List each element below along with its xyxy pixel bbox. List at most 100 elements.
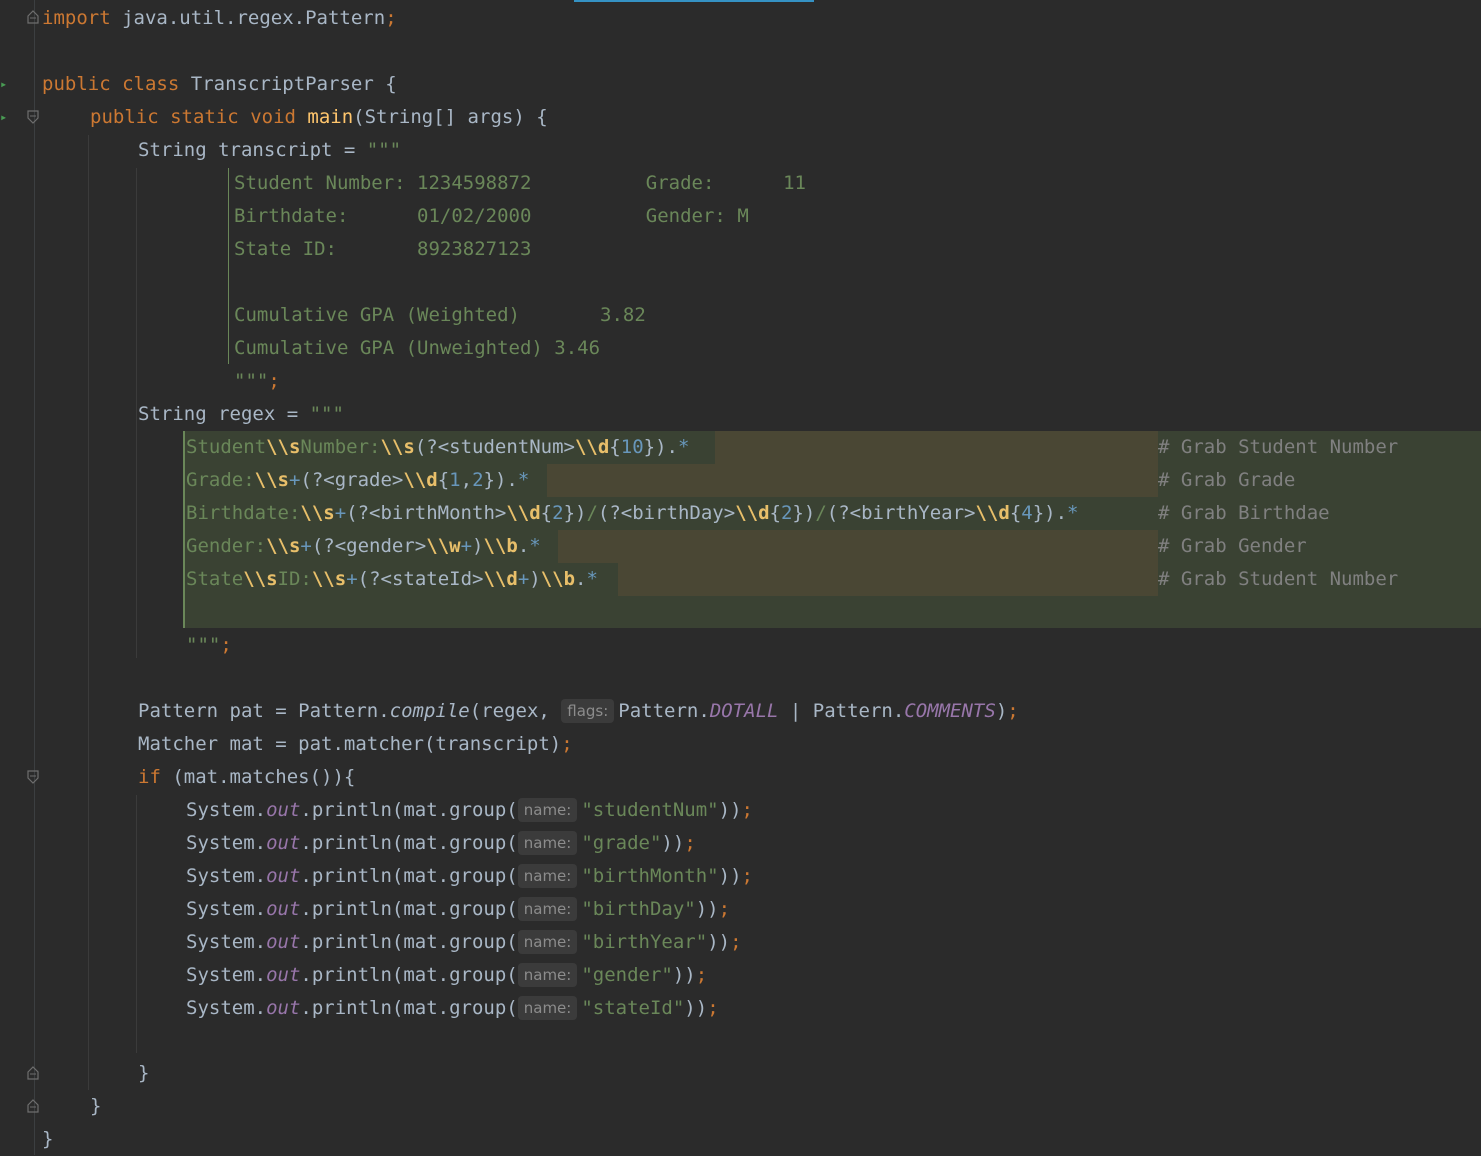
- regex-comment: # Grab Birthdae: [1158, 502, 1330, 524]
- fold-icon[interactable]: [26, 10, 40, 24]
- text-block-line[interactable]: State ID: 8923827123: [234, 233, 531, 266]
- regex-line-highlight: [715, 431, 1158, 464]
- text-block-close[interactable]: """;: [234, 365, 280, 398]
- injection-bar: [183, 431, 185, 628]
- keyword: public: [90, 106, 159, 128]
- run-main-icon[interactable]: ▸: [0, 111, 8, 123]
- code-text: System.: [186, 964, 267, 986]
- code-text: System.: [186, 997, 267, 1019]
- string-literal: "birthDay": [581, 898, 696, 920]
- regex-comment: # Grab Student Number: [1158, 568, 1399, 590]
- regex-close[interactable]: """;: [186, 629, 232, 662]
- code-line-matcher[interactable]: Matcher mat = pat.matcher(transcript);: [138, 728, 573, 761]
- semicolon: ;: [718, 898, 731, 920]
- regex-line[interactable]: Gender:\\s+(?<gender>\\w+)\\b.*: [186, 530, 541, 563]
- code-line-println[interactable]: System.out.println(mat.group(name: "grade…: [186, 827, 696, 860]
- class-name: TranscriptParser: [190, 73, 374, 95]
- text-block-line[interactable]: Cumulative GPA (Weighted) 3.82: [234, 299, 646, 332]
- code-line-pattern[interactable]: Pattern pat = Pattern.compile(regex, fla…: [138, 695, 1019, 728]
- text-block-line[interactable]: Cumulative GPA (Unweighted) 3.46: [234, 332, 600, 365]
- code-text: |: [778, 700, 813, 722]
- code-text: System.: [186, 931, 267, 953]
- parameter-hint: name:: [517, 798, 578, 822]
- code-editor[interactable]: ▸ ▸ import java.util.regex.Pattern; publ…: [0, 0, 1481, 1155]
- parameter-hint: name:: [517, 897, 578, 921]
- code-text: .println(mat.group(: [300, 799, 518, 821]
- indent-guide: [136, 168, 137, 658]
- run-class-icon[interactable]: ▸: [0, 78, 8, 90]
- closing-brace[interactable]: }: [138, 1057, 149, 1090]
- text-block-bar: [228, 168, 229, 364]
- regex-line[interactable]: State\\sID:\\s+(?<stateId>\\d+)\\b.*: [186, 563, 598, 596]
- code-line-if[interactable]: if (mat.matches()){: [138, 761, 355, 794]
- code-line-println[interactable]: System.out.println(mat.group(name: "birth…: [186, 893, 730, 926]
- code-text: System.: [186, 898, 267, 920]
- parameter-hint: name:: [517, 930, 578, 954]
- code-text: ): [995, 700, 1008, 722]
- parameter-hint: name:: [517, 963, 578, 987]
- regex-line[interactable]: Birthdate:\\s+(?<birthMonth>\\d{2})/(?<b…: [186, 497, 1079, 530]
- text-block-line[interactable]: Birthdate: 01/02/2000 Gender: M: [234, 200, 749, 233]
- code-text: System.: [186, 865, 267, 887]
- text-block-open: """: [309, 403, 344, 425]
- code-text: .println(mat.group(: [300, 997, 518, 1019]
- semicolon: ;: [741, 799, 753, 821]
- code-text: .println(mat.group(: [300, 898, 518, 920]
- code-line-println[interactable]: System.out.println(mat.group(name: "birth…: [186, 926, 742, 959]
- code-text: (mat.matches()){: [160, 766, 356, 788]
- gutter-divider: [34, 0, 35, 1155]
- code-text: .println(mat.group(: [300, 865, 518, 887]
- code-text: )): [718, 799, 742, 821]
- text-block-open: """: [366, 139, 402, 161]
- code-line-class[interactable]: public class TranscriptParser {: [42, 68, 397, 101]
- text-block-line[interactable]: Student Number: 1234598872 Grade: 11: [234, 167, 806, 200]
- code-line-main[interactable]: public static void main(String[] args) {: [90, 101, 548, 134]
- code-text: )): [661, 832, 685, 854]
- import-path: java.util.regex.Pattern: [122, 7, 386, 29]
- indent-guide: [136, 795, 137, 1053]
- static-field: DOTALL: [709, 700, 779, 722]
- parameter-hint: flags:: [561, 699, 615, 723]
- brace: {: [385, 73, 397, 95]
- string-literal: "birthMonth": [581, 865, 719, 887]
- keyword: class: [122, 73, 180, 95]
- code-text: System.: [186, 799, 267, 821]
- code-line-println[interactable]: System.out.println(mat.group(name: "state…: [186, 992, 719, 1025]
- indent-guide: [88, 135, 89, 1090]
- static-field: out: [266, 898, 301, 920]
- code-text: .println(mat.group(: [300, 832, 518, 854]
- text-block-quotes: """: [234, 370, 269, 392]
- closing-brace[interactable]: }: [42, 1123, 53, 1156]
- fold-icon[interactable]: [26, 110, 40, 124]
- code-text: )): [684, 997, 708, 1019]
- code-line-println[interactable]: System.out.println(mat.group(name: "birth…: [186, 860, 753, 893]
- code-line-println[interactable]: System.out.println(mat.group(name: "gende…: [186, 959, 707, 992]
- static-field: out: [266, 997, 301, 1019]
- keyword: public: [42, 73, 111, 95]
- semicolon: ;: [695, 964, 708, 986]
- static-field: out: [266, 964, 301, 986]
- parameter-hint: name:: [517, 864, 578, 888]
- fold-icon[interactable]: [26, 1066, 40, 1080]
- code-text: Matcher mat = pat.matcher(transcript): [138, 733, 562, 755]
- code-line-regex-decl[interactable]: String regex = """: [138, 398, 344, 431]
- semicolon: ;: [684, 832, 696, 854]
- regex-line[interactable]: Grade:\\s+(?<grade>\\d{1,2}).*: [186, 464, 529, 497]
- closing-brace[interactable]: }: [90, 1090, 101, 1123]
- code-text: )): [707, 931, 731, 953]
- regex-line[interactable]: Student\\sNumber:\\s(?<studentNum>\\d{10…: [186, 431, 689, 464]
- code-line-println[interactable]: System.out.println(mat.group(name: "stude…: [186, 794, 753, 827]
- string-literal: "birthYear": [581, 931, 708, 953]
- fold-icon[interactable]: [26, 770, 40, 784]
- code-line-transcript-decl[interactable]: String transcript = """: [138, 134, 401, 167]
- code-text: )): [718, 865, 742, 887]
- semicolon: ;: [268, 370, 280, 392]
- code-line-import[interactable]: import java.util.regex.Pattern;: [42, 2, 397, 35]
- fold-icon[interactable]: [26, 1099, 40, 1113]
- regex-comment: # Grab Gender: [1158, 535, 1307, 557]
- string-literal: "stateId": [581, 997, 685, 1019]
- static-field: out: [266, 799, 301, 821]
- declaration: String transcript =: [138, 139, 367, 161]
- semicolon: ;: [561, 733, 573, 755]
- string-literal: "grade": [581, 832, 662, 854]
